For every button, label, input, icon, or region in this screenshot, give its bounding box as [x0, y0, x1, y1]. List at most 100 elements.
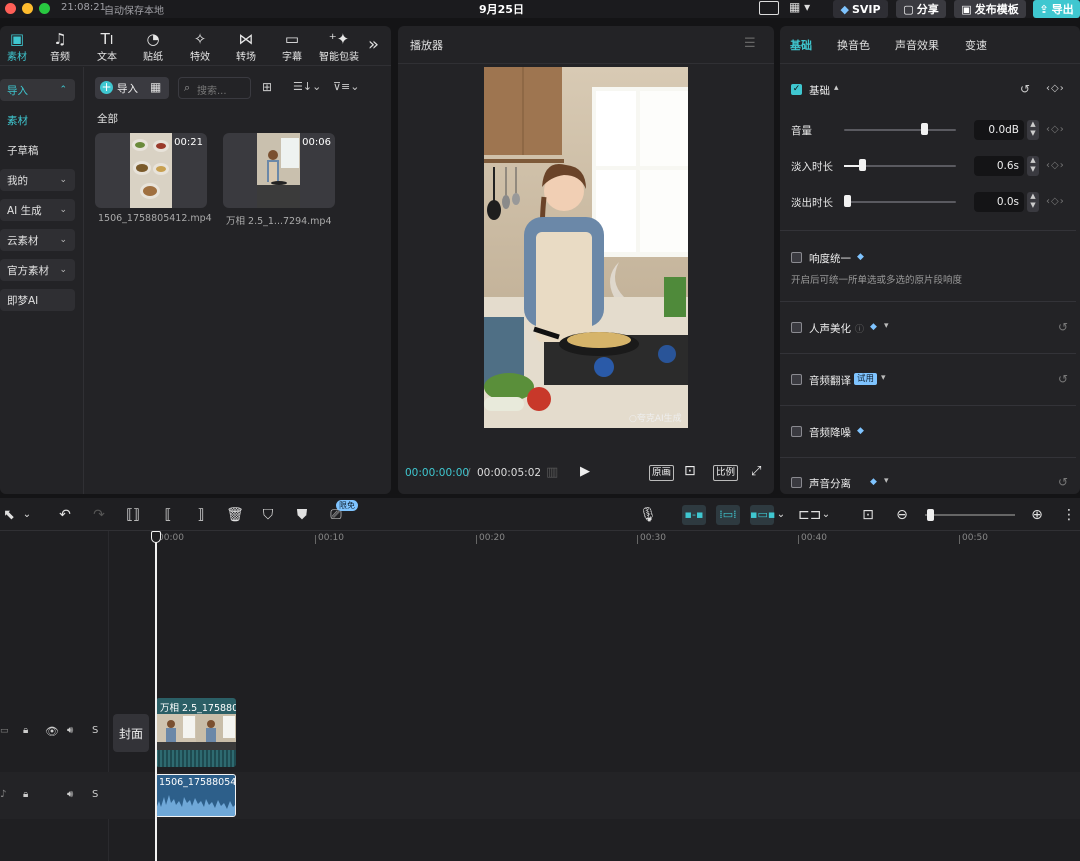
volume-stepper[interactable]: ▲ ▼	[1027, 120, 1039, 140]
media-thumbnail-2[interactable]: 00:06	[223, 133, 335, 208]
aspect-ratio-button[interactable]: 比例	[713, 465, 739, 481]
more-options-icon[interactable]: ⋮	[1062, 505, 1076, 525]
chevron-down-icon[interactable]: ⌄	[820, 505, 832, 525]
tab-voice-change[interactable]: 换音色	[837, 37, 870, 53]
speaker-icon[interactable]: 🔊︎	[67, 789, 73, 800]
select-cursor-icon[interactable]: ⬉	[0, 505, 18, 525]
eye-icon[interactable]: 👁︎	[45, 725, 59, 738]
close-window-button[interactable]	[5, 3, 16, 14]
zoom-in-icon[interactable]: ⊕	[1027, 505, 1047, 525]
more-tabs-icon[interactable]: »	[368, 34, 379, 55]
shield-icon[interactable]: ⛊	[292, 505, 312, 525]
denoise-checkbox[interactable]	[791, 426, 802, 437]
project-title[interactable]: 9月25日	[479, 1, 524, 17]
tab-text[interactable]: TI 文本	[85, 31, 129, 63]
sidebar-item-cloud[interactable]: 云素材 ⌄	[0, 229, 75, 251]
reset-icon[interactable]: ↺	[1058, 320, 1068, 334]
fade-in-stepper[interactable]: ▲ ▼	[1027, 156, 1039, 176]
publish-template-button[interactable]: ▣ 发布模板	[954, 0, 1026, 18]
sidebar-item-media[interactable]: 素材	[0, 109, 75, 131]
filter-icon[interactable]: ⊽≡⌄	[333, 80, 360, 93]
frame-grid-icon[interactable]: ▥	[546, 465, 558, 480]
split-icon[interactable]: ⟦⟧	[123, 505, 143, 525]
main-track-magnet-icon[interactable]: ▪-▪	[682, 505, 706, 525]
reset-icon[interactable]: ↺	[1058, 475, 1068, 489]
vocal-separation-checkbox[interactable]	[791, 477, 802, 488]
chevron-down-icon[interactable]: ⌄	[775, 505, 787, 525]
voice-enhance-checkbox[interactable]	[791, 322, 802, 333]
sidebar-item-subdraft[interactable]: 子草稿	[0, 139, 75, 161]
sidebar-item-mine[interactable]: 我的 ⌄	[0, 169, 75, 191]
fade-out-slider-knob[interactable]	[844, 195, 851, 207]
menu-icon[interactable]: ☰	[744, 36, 756, 51]
info-icon[interactable]: ⓘ	[855, 322, 864, 335]
keyframe-icon[interactable]: ‹◇›	[1046, 124, 1065, 135]
volume-slider-knob[interactable]	[920, 123, 928, 135]
chevron-down-icon[interactable]: ▾	[881, 373, 886, 383]
import-button[interactable]: + 导入 ▦	[95, 77, 169, 99]
sort-icon[interactable]: ☰↓⌄	[293, 80, 321, 93]
audio-clip[interactable]: 1506_1758805412	[155, 774, 236, 817]
tab-smart-pack[interactable]: ⁺✦ 智能包装	[316, 31, 362, 63]
export-button[interactable]: ⇪ 导出	[1033, 0, 1080, 18]
sidebar-item-import[interactable]: 导入 ⌃	[0, 79, 75, 101]
sidebar-item-jimeng[interactable]: 即梦AI	[0, 289, 75, 311]
fade-in-slider-knob[interactable]	[858, 159, 866, 171]
microphone-icon[interactable]: 🎙	[638, 505, 658, 525]
tab-subtitle[interactable]: ▭ 字幕	[270, 31, 314, 63]
delete-icon[interactable]: 🗑	[225, 505, 245, 525]
fade-in-value-field[interactable]: 0.6s	[974, 156, 1024, 176]
sidebar-item-ai-generate[interactable]: AI 生成 ⌄	[0, 199, 75, 221]
playhead-handle[interactable]	[151, 531, 161, 543]
fade-out-value-field[interactable]: 0.0s	[974, 192, 1024, 212]
fullscreen-icon[interactable]: ⤢	[751, 464, 761, 479]
fade-out-slider-track[interactable]	[844, 201, 956, 203]
tab-speed[interactable]: 变速	[965, 37, 987, 53]
zoom-slider-knob[interactable]	[927, 509, 934, 521]
auto-snap-icon[interactable]: ⁞▭⁞	[716, 505, 740, 525]
linkage-icon[interactable]: ▪▭▪	[750, 505, 775, 525]
tab-sound-effects[interactable]: 声音效果	[895, 37, 939, 53]
sidebar-item-official[interactable]: 官方素材 ⌄	[0, 259, 75, 281]
keyframe-icon[interactable]: ‹◇›	[1046, 196, 1065, 207]
redo-icon[interactable]: ↷	[89, 505, 109, 525]
volume-value-field[interactable]: 0.0dB	[974, 120, 1024, 140]
search-input[interactable]: ⌕ 搜索...	[178, 77, 251, 99]
fit-frame-icon[interactable]: ⊡	[684, 463, 696, 479]
tab-audio[interactable]: ♫ 音频	[38, 31, 82, 63]
solo-toggle[interactable]: S	[92, 789, 98, 800]
lock-icon[interactable]: 🔒︎	[23, 725, 28, 736]
trim-right-icon[interactable]: ⟧	[191, 505, 211, 525]
solo-toggle[interactable]: S	[92, 725, 98, 736]
svip-button[interactable]: ◆ SVIP	[833, 0, 888, 18]
chevron-down-icon[interactable]: ▾	[884, 476, 889, 486]
share-button[interactable]: ▢ 分享	[896, 0, 946, 18]
playhead[interactable]	[155, 531, 157, 861]
reset-icon[interactable]: ↺	[1058, 372, 1068, 386]
volume-slider-track[interactable]	[844, 129, 956, 131]
reset-icon[interactable]: ↺	[1020, 82, 1030, 96]
minimize-window-button[interactable]	[22, 3, 33, 14]
qr-code-icon[interactable]: ▦	[150, 80, 161, 94]
zoom-fit-icon[interactable]: ⊡	[857, 505, 879, 525]
undo-icon[interactable]: ↶	[55, 505, 75, 525]
zoom-slider-track[interactable]	[925, 514, 1015, 516]
media-thumbnail-1[interactable]: 00:21	[95, 133, 207, 208]
keyframe-icon[interactable]: ‹◇›	[1046, 83, 1065, 94]
play-icon[interactable]: ▶	[580, 464, 590, 479]
maximize-window-button[interactable]	[39, 3, 50, 14]
video-clip[interactable]: 万相 2.5_1758805	[156, 698, 236, 767]
original-quality-button[interactable]: 原画	[649, 465, 675, 481]
tab-effects[interactable]: ✧ 特效	[178, 31, 222, 63]
chevron-up-icon[interactable]: ▴	[834, 83, 839, 93]
fade-out-stepper[interactable]: ▲ ▼	[1027, 192, 1039, 212]
speaker-icon[interactable]: 🔊︎	[67, 725, 73, 736]
keyframe-icon[interactable]: ‹◇›	[1046, 160, 1065, 171]
chevron-down-icon[interactable]: ▾	[884, 321, 889, 331]
tab-transition[interactable]: ⋈ 转场	[224, 31, 268, 63]
tab-media[interactable]: ▣ 素材	[0, 31, 39, 63]
cover-button[interactable]: 封面	[113, 714, 149, 752]
basic-checkbox[interactable]: ✓	[791, 84, 802, 95]
chevron-down-icon[interactable]: ⌄	[20, 505, 34, 525]
loudness-checkbox[interactable]	[791, 252, 802, 263]
